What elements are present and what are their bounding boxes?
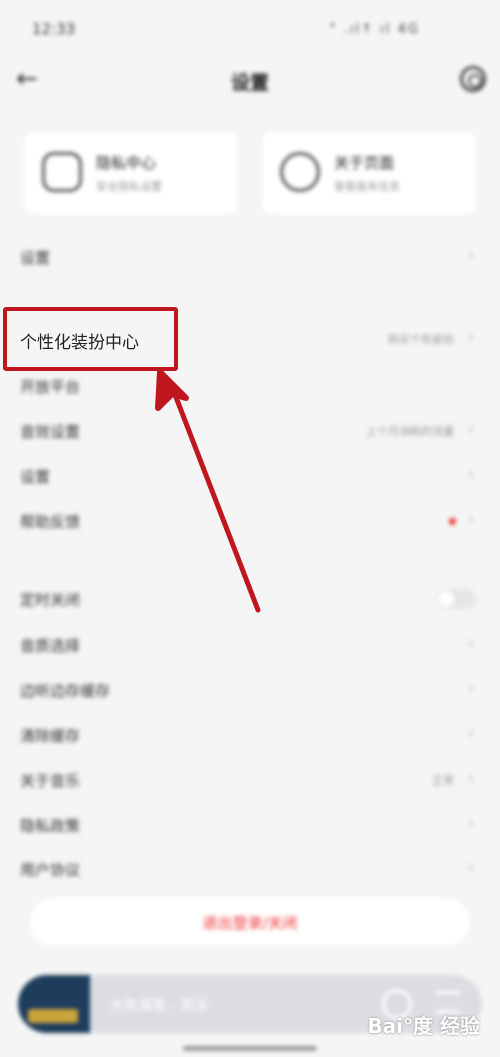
row-label: 设置 (20, 249, 51, 267)
settings-row[interactable]: 边听边存缓存 › (20, 673, 480, 707)
chevron-right-icon: › (467, 857, 474, 876)
row-label: 开放平台 (20, 378, 81, 396)
row-label: 边听边存缓存 (20, 682, 111, 700)
info-icon (280, 152, 320, 192)
status-bar: 12:33 ° .ıl↑ ıl 4G (0, 0, 500, 60)
chevron-right-icon: › (467, 327, 474, 346)
settings-row[interactable]: 帮助反馈 › (20, 504, 480, 538)
chevron-right-icon: › (467, 419, 474, 438)
row-value: 正常 (432, 774, 454, 787)
card-title: 隐私中心 (96, 154, 157, 172)
chevron-right-icon: › (467, 768, 474, 787)
annotation-highlight-box (3, 307, 178, 371)
settings-row[interactable]: 隐私政策 › (20, 808, 480, 842)
settings-row[interactable]: 设置 › (20, 240, 480, 274)
settings-row[interactable]: 用户协议 › (20, 852, 480, 886)
row-label: 帮助反馈 (20, 513, 81, 531)
card-privacy[interactable]: 隐私中心 安全隐私设置 (24, 132, 238, 214)
page-header: ← 设置 (0, 58, 500, 104)
chevron-right-icon: › (467, 245, 474, 264)
settings-row[interactable]: 音效设置 上个月消耗的流量 › (20, 414, 480, 448)
settings-row[interactable]: 音质选择 › (20, 628, 480, 662)
home-indicator (183, 1046, 317, 1051)
row-label: 设置 (20, 468, 51, 486)
shield-icon (42, 152, 82, 192)
chevron-right-icon: › (467, 509, 474, 528)
row-label: 定时关闭 (20, 591, 81, 609)
settings-row[interactable]: 开放平台 (20, 369, 480, 403)
player-track-text: 大鱼海棠 - 周深 (110, 998, 208, 1014)
chevron-right-icon: › (467, 633, 474, 652)
feature-cards: 隐私中心 安全隐私设置 关于页面 查看版本信息 (24, 132, 476, 214)
row-label: 清除缓存 (20, 727, 81, 745)
row-label: 隐私政策 (20, 817, 81, 835)
row-label: 音质选择 (20, 637, 81, 655)
row-label: 关于音乐 (20, 772, 81, 790)
card-title: 关于页面 (334, 154, 395, 172)
logout-label: 退出登录/关闭 (202, 914, 298, 932)
settings-row[interactable]: 设置 › (20, 459, 480, 493)
card-subtitle: 查看版本信息 (334, 180, 400, 193)
row-value: 购买个性装扮 (388, 333, 454, 346)
chevron-right-icon: › (467, 723, 474, 742)
settings-row[interactable]: 清除缓存 › (20, 718, 480, 752)
card-subtitle: 安全隐私设置 (96, 180, 162, 193)
gear-icon[interactable] (460, 66, 486, 92)
watermark-text: Bai°度 经验 (367, 1014, 480, 1038)
status-icons: ° .ıl↑ ıl 4G (329, 22, 420, 37)
chevron-right-icon: › (467, 678, 474, 697)
card-about[interactable]: 关于页面 查看版本信息 (262, 132, 476, 214)
page-title: 设置 (230, 72, 269, 94)
settings-row[interactable]: 定时关闭 (20, 582, 480, 616)
status-time: 12:33 (32, 20, 76, 38)
notification-dot (449, 518, 456, 525)
toggle-switch[interactable] (436, 589, 476, 609)
row-value: 上个月消耗的流量 (366, 425, 454, 438)
row-label: 音效设置 (20, 423, 81, 441)
chevron-right-icon: › (467, 813, 474, 832)
logout-button[interactable]: 退出登录/关闭 (30, 898, 470, 946)
settings-row[interactable]: 关于音乐 正常 › (20, 763, 480, 797)
album-cover[interactable] (18, 975, 90, 1033)
chevron-right-icon: › (467, 464, 474, 483)
row-label: 用户协议 (20, 861, 81, 879)
